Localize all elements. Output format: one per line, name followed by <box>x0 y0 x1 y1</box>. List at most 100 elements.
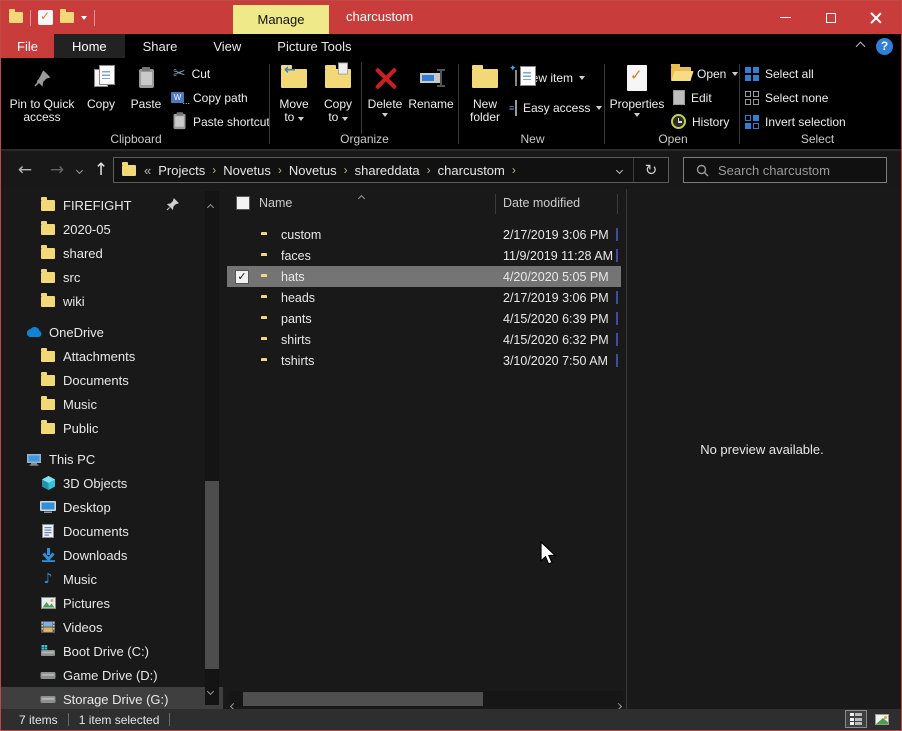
row-checkbox[interactable] <box>235 270 249 284</box>
scrollbar-thumb[interactable] <box>243 692 483 706</box>
breadcrumb-overflow[interactable]: « <box>144 163 151 178</box>
copy-path-button[interactable]: Copy path <box>171 86 248 109</box>
tab-share[interactable]: Share <box>125 34 196 58</box>
scrollbar-thumb[interactable] <box>205 481 219 669</box>
new-item-button[interactable]: ✦ New item <box>515 66 585 89</box>
sidebar-item-public[interactable]: Public <box>1 416 223 440</box>
folder-icon[interactable] <box>60 12 74 23</box>
sidebar-item-3d-objects[interactable]: 3D Objects <box>1 471 223 495</box>
sidebar-item-videos[interactable]: Videos <box>1 615 223 639</box>
tab-view[interactable]: View <box>195 34 259 58</box>
minimize-button[interactable] <box>763 1 808 34</box>
recent-locations-icon[interactable] <box>71 151 87 189</box>
edit-button[interactable]: Edit <box>673 86 712 109</box>
qat-dropdown-icon[interactable] <box>81 16 87 20</box>
close-button[interactable] <box>853 1 898 34</box>
breadcrumb-charcustom[interactable]: charcustom <box>438 163 505 178</box>
tab-picture-tools[interactable]: Picture Tools <box>259 34 369 58</box>
sidebar-item-2020-05[interactable]: 2020-05 <box>1 217 223 241</box>
new-folder-button[interactable]: Newfolder <box>463 61 507 135</box>
folder-icon[interactable] <box>9 12 23 23</box>
scroll-up-icon[interactable] <box>208 197 213 215</box>
pin-to-quick-access-button[interactable]: Pin to Quick access <box>9 61 75 135</box>
sidebar-item-onedrive[interactable]: OneDrive <box>1 320 223 344</box>
refresh-icon[interactable]: ↻ <box>634 161 668 179</box>
sidebar-item-wiki[interactable]: wiki <box>1 289 223 313</box>
sidebar-item-music[interactable]: ♪ Music <box>1 567 223 591</box>
maximize-button[interactable] <box>808 1 853 34</box>
properties-button[interactable]: Properties <box>609 61 665 135</box>
select-none-button[interactable]: Select none <box>745 86 828 109</box>
tab-file[interactable]: File <box>1 34 54 58</box>
open-folder-icon <box>671 67 691 81</box>
sidebar-item-attachments[interactable]: Attachments <box>1 344 223 368</box>
file-row-shirts[interactable]: shirts 4/15/2020 6:32 PM <box>227 329 621 350</box>
delete-button[interactable]: Delete <box>364 61 406 135</box>
easy-access-button[interactable]: ≡ Easy access <box>515 96 602 119</box>
history-button[interactable]: History <box>671 110 729 133</box>
breadcrumb-projects[interactable]: Projects <box>158 163 205 178</box>
paste-shortcut-button[interactable]: Paste shortcut <box>172 110 270 133</box>
properties-check-icon[interactable]: ✓ <box>38 10 53 25</box>
copy-label: Copy <box>87 98 115 111</box>
column-header-date-modified[interactable]: Date modified <box>503 196 580 210</box>
breadcrumb-novetus-2[interactable]: Novetus <box>289 163 337 178</box>
rename-button[interactable]: Rename <box>406 61 456 135</box>
sidebar-item-music-onedrive[interactable]: Music <box>1 392 223 416</box>
pin-label: Pin to Quick access <box>9 98 75 124</box>
tab-home[interactable]: Home <box>54 34 125 58</box>
cut-button[interactable]: ✂ Cut <box>173 62 210 85</box>
copy-to-button[interactable]: Copyto <box>317 61 359 135</box>
file-row-pants[interactable]: pants 4/15/2020 6:39 PM <box>227 308 621 329</box>
move-to-button[interactable]: ← Moveto <box>273 61 315 135</box>
paste-button[interactable]: Paste <box>125 61 167 135</box>
select-all-button[interactable]: Select all <box>745 62 814 85</box>
column-header-name[interactable]: Name <box>259 196 292 210</box>
thumbnail-view-button[interactable] <box>871 710 893 728</box>
tab-manage[interactable]: Manage <box>233 5 329 34</box>
items-count: 7 items <box>19 713 58 727</box>
forward-button[interactable]: → <box>45 151 69 189</box>
sidebar-item-desktop[interactable]: Desktop <box>1 495 223 519</box>
address-folder-icon <box>122 165 136 176</box>
file-name: hats <box>281 270 305 284</box>
scroll-down-icon[interactable] <box>208 681 213 699</box>
sidebar-item-boot-drive-c[interactable]: Boot Drive (C:) <box>1 639 223 663</box>
crumb-separator: › <box>427 163 431 177</box>
sidebar-item-downloads[interactable]: Downloads <box>1 543 223 567</box>
sidebar-item-this-pc[interactable]: This PC <box>1 447 223 471</box>
sidebar-scrollbar[interactable] <box>205 191 219 705</box>
sort-ascending-icon[interactable] <box>359 190 364 204</box>
sidebar-item-storage-drive-g[interactable]: Storage Drive (G:) <box>1 687 223 709</box>
sidebar-item-game-drive-d[interactable]: Game Drive (D:) <box>1 663 223 687</box>
sidebar-item-documents-onedrive[interactable]: Documents <box>1 368 223 392</box>
file-row-hats[interactable]: hats 4/20/2020 5:05 PM <box>227 266 621 287</box>
details-view-button[interactable] <box>845 710 867 728</box>
file-row-faces[interactable]: faces 11/9/2019 11:28 AM <box>227 245 621 266</box>
breadcrumb-novetus[interactable]: Novetus <box>223 163 271 178</box>
horizontal-scrollbar[interactable] <box>229 691 623 707</box>
sidebar-item-shared[interactable]: shared <box>1 241 223 265</box>
search-box[interactable]: Search charcustom <box>683 157 887 183</box>
address-dropdown-icon[interactable] <box>605 168 633 173</box>
sidebar-item-pictures[interactable]: Pictures <box>1 591 223 615</box>
preview-pane: No preview available. <box>627 189 897 709</box>
collapse-ribbon-icon[interactable] <box>856 41 866 51</box>
up-button[interactable]: ↑ <box>89 151 113 189</box>
back-button[interactable]: ← <box>13 151 37 189</box>
open-button[interactable]: Open <box>671 62 738 85</box>
sidebar-item-firefight[interactable]: FIREFIGHT <box>1 193 223 217</box>
address-bar[interactable]: « Projects› Novetus› Novetus› shareddata… <box>113 157 669 183</box>
file-row-heads[interactable]: heads 2/17/2019 3:06 PM <box>227 287 621 308</box>
sidebar-item-documents[interactable]: Documents <box>1 519 223 543</box>
select-all-checkbox[interactable] <box>236 196 250 210</box>
invert-selection-button[interactable]: Invert selection <box>745 110 846 133</box>
group-label-new: New <box>463 132 602 146</box>
file-row-tshirts[interactable]: tshirts 3/10/2020 7:50 AM <box>227 350 621 371</box>
new-item-icon: ✦ <box>515 71 517 85</box>
file-row-custom[interactable]: custom 2/17/2019 3:06 PM <box>227 224 621 245</box>
breadcrumb-shareddata[interactable]: shareddata <box>355 163 420 178</box>
help-icon[interactable]: ? <box>876 38 893 55</box>
sidebar-item-src[interactable]: src <box>1 265 223 289</box>
copy-button[interactable]: Copy <box>79 61 123 135</box>
